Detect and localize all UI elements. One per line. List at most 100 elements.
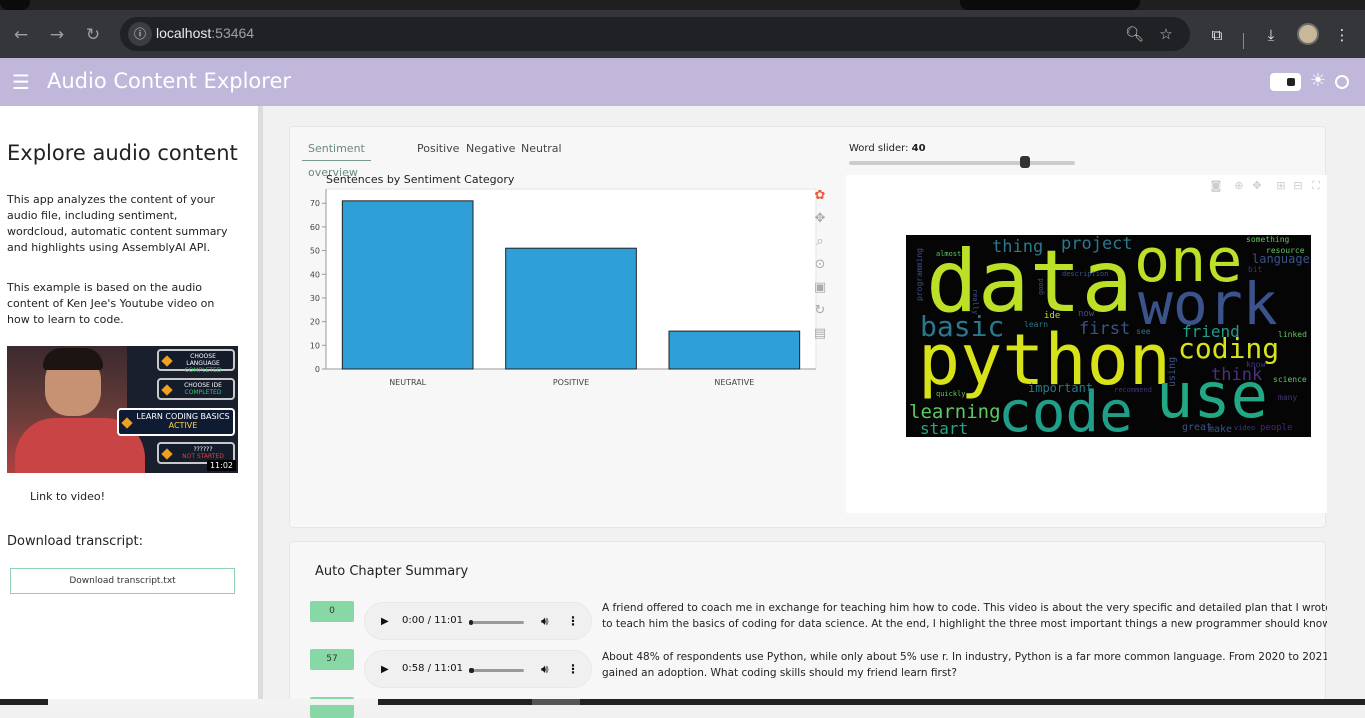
chapter-summary-text: About 48% of respondents use Python, whi… — [602, 649, 1327, 681]
y-tick-label: 60 — [310, 223, 320, 232]
video-link[interactable]: Link to video! — [30, 490, 105, 503]
minus-box-icon[interactable]: ⊟ — [1291, 179, 1305, 193]
tab-sentiment-overview[interactable]: Sentiment overview — [302, 137, 371, 179]
wheel-zoom-icon[interactable]: ⊙ — [812, 257, 828, 273]
sidebar-heading: Explore audio content — [7, 141, 238, 165]
app-title: Audio Content Explorer — [47, 69, 291, 93]
bar — [505, 247, 637, 370]
profile-avatar[interactable] — [1297, 23, 1319, 45]
pan-tool-icon[interactable]: ✥ — [812, 211, 828, 227]
play-icon[interactable]: ▶ — [381, 615, 393, 629]
word: really — [971, 289, 979, 315]
word: using — [1167, 356, 1178, 387]
zoom-icon[interactable]: 🔍︎ — [1125, 25, 1144, 43]
browser-tab-strip — [0, 0, 1365, 10]
audio-progress-fill — [469, 620, 473, 625]
chapter-timestamp-button[interactable]: 57 — [310, 649, 354, 670]
site-info-icon[interactable]: ⓘ — [128, 22, 152, 46]
word: video — [1234, 424, 1256, 432]
reload-icon[interactable]: ↻ — [82, 24, 104, 46]
sentiment-bar-chart: Sentences by Sentiment Category 0 10 20 30 4… — [310, 173, 817, 387]
plus-box-icon[interactable]: ⊞ — [1274, 179, 1288, 193]
camera-icon[interactable]: ◙ — [1209, 179, 1223, 193]
save-tool-icon[interactable]: ▣ — [812, 280, 828, 296]
summary-line: About 48% of respondents use Python, whi… — [602, 651, 1327, 663]
audio-progress-bar[interactable] — [469, 668, 524, 673]
volume-icon[interactable]: 🔊︎ — [541, 662, 549, 677]
hamburger-menu-icon[interactable]: ☰ — [12, 72, 30, 92]
word: people — [1260, 423, 1293, 433]
word: learn — [1024, 320, 1049, 329]
forward-icon[interactable]: → — [46, 24, 68, 46]
sidebar-intro: This app analyzes the content of your au… — [7, 193, 228, 254]
app-header: ☰ Audio Content Explorer ☀ — [0, 58, 1365, 106]
more-options-icon[interactable]: ⋮ — [567, 662, 579, 676]
chapter-timestamp-button[interactable]: 0 — [310, 601, 354, 622]
download-transcript-button[interactable]: Download transcript.txt — [10, 568, 235, 594]
word: description — [1062, 270, 1109, 278]
browser-tab[interactable] — [0, 0, 30, 10]
audio-progress-bar[interactable] — [469, 620, 524, 625]
word: see — [1136, 327, 1151, 336]
bar — [341, 200, 474, 370]
chapter-summary-card: Auto Chapter Summary 0 ▶ 0:00 / 11:01 🔊︎… — [289, 541, 1327, 718]
tab-negative[interactable]: Negative — [460, 137, 521, 161]
play-icon[interactable]: ▶ — [381, 663, 393, 677]
bookmark-star-icon[interactable]: ☆ — [1157, 25, 1175, 43]
video-thumbnail[interactable]: CHOOSE LANGUAGE COMPLETED CHOOSE IDE COMPL… — [7, 346, 238, 473]
bokeh-logo-icon[interactable]: ✿ — [812, 188, 828, 204]
zoom-in-icon[interactable]: ⊕ — [1232, 179, 1246, 193]
audio-time: 0:00 / 11:01 — [402, 615, 464, 626]
theme-toggle[interactable] — [1270, 73, 1301, 91]
word: basic — [920, 310, 1005, 343]
back-icon[interactable]: ← — [10, 24, 32, 46]
taskbar-item[interactable] — [532, 699, 580, 705]
tab-neutral[interactable]: Neutral — [515, 137, 568, 161]
sun-icon[interactable]: ☀ — [1308, 70, 1328, 92]
y-tick-label: 30 — [310, 294, 320, 303]
y-tick-label: 50 — [310, 247, 320, 256]
browser-menu-icon[interactable]: ⋮ — [1331, 24, 1353, 46]
address-bar[interactable]: ⓘ localhost:53464 🔍︎ ☆ — [120, 17, 1190, 51]
word: programming — [915, 248, 924, 301]
taskbar — [0, 699, 1365, 705]
word: bit — [1248, 265, 1263, 274]
more-options-icon[interactable]: ⋮ — [567, 614, 579, 628]
reset-tool-icon[interactable]: ↻ — [812, 303, 828, 319]
pan-icon[interactable]: ✥ — [1250, 179, 1264, 193]
taskbar-item[interactable] — [48, 699, 378, 705]
sidebar-scrollbar[interactable] — [258, 106, 263, 705]
download-icon[interactable]: ⤓ — [1260, 24, 1282, 46]
audio-player: ▶ 0:00 / 11:01 🔊︎ ⋮ — [364, 602, 592, 640]
word: great — [1182, 422, 1213, 433]
presenter-hair — [43, 348, 103, 370]
toolbar-divider — [1243, 33, 1244, 49]
hover-tool-icon[interactable]: ▤ — [812, 326, 828, 342]
chapter-summary-title: Auto Chapter Summary — [315, 564, 469, 579]
extensions-icon[interactable]: ⧉ — [1206, 24, 1228, 46]
sidebar-example: This example is based on the audio conte… — [7, 281, 215, 326]
volume-icon[interactable]: 🔊︎ — [541, 614, 549, 629]
box-zoom-icon[interactable]: ⌕ — [812, 234, 828, 250]
toggle-knob — [1287, 78, 1295, 86]
thumbnail-card-ide: CHOOSE IDE COMPLETED — [157, 378, 235, 400]
download-heading: Download transcript: — [7, 534, 144, 549]
url-text[interactable]: localhost:53464 — [156, 25, 254, 41]
x-tick-label: POSITIVE — [553, 378, 589, 387]
word: quickly — [936, 390, 966, 398]
word-slider-track[interactable] — [849, 161, 1075, 165]
chart-title: Sentences by Sentiment Category — [326, 173, 515, 186]
y-tick-label: 40 — [310, 270, 320, 279]
browser-tab[interactable] — [960, 0, 1140, 10]
word-slider-handle[interactable] — [1020, 156, 1031, 168]
fullscreen-icon[interactable]: ⛶ — [1309, 179, 1323, 193]
tab-positive[interactable]: Positive — [411, 137, 465, 161]
word: good — [1037, 278, 1045, 295]
bar — [668, 330, 801, 370]
word: recommend — [1114, 386, 1152, 394]
y-tick-label: 20 — [310, 318, 320, 327]
chart-plot-area: 0 10 20 30 40 50 60 70 NEUTRAL POSITIVE NEGATIVE — [310, 188, 817, 387]
chapter-summary-text: A friend offered to coach me in exchange… — [602, 600, 1327, 632]
x-tick-label: NEUTRAL — [389, 378, 426, 387]
word: resource — [1266, 246, 1305, 255]
